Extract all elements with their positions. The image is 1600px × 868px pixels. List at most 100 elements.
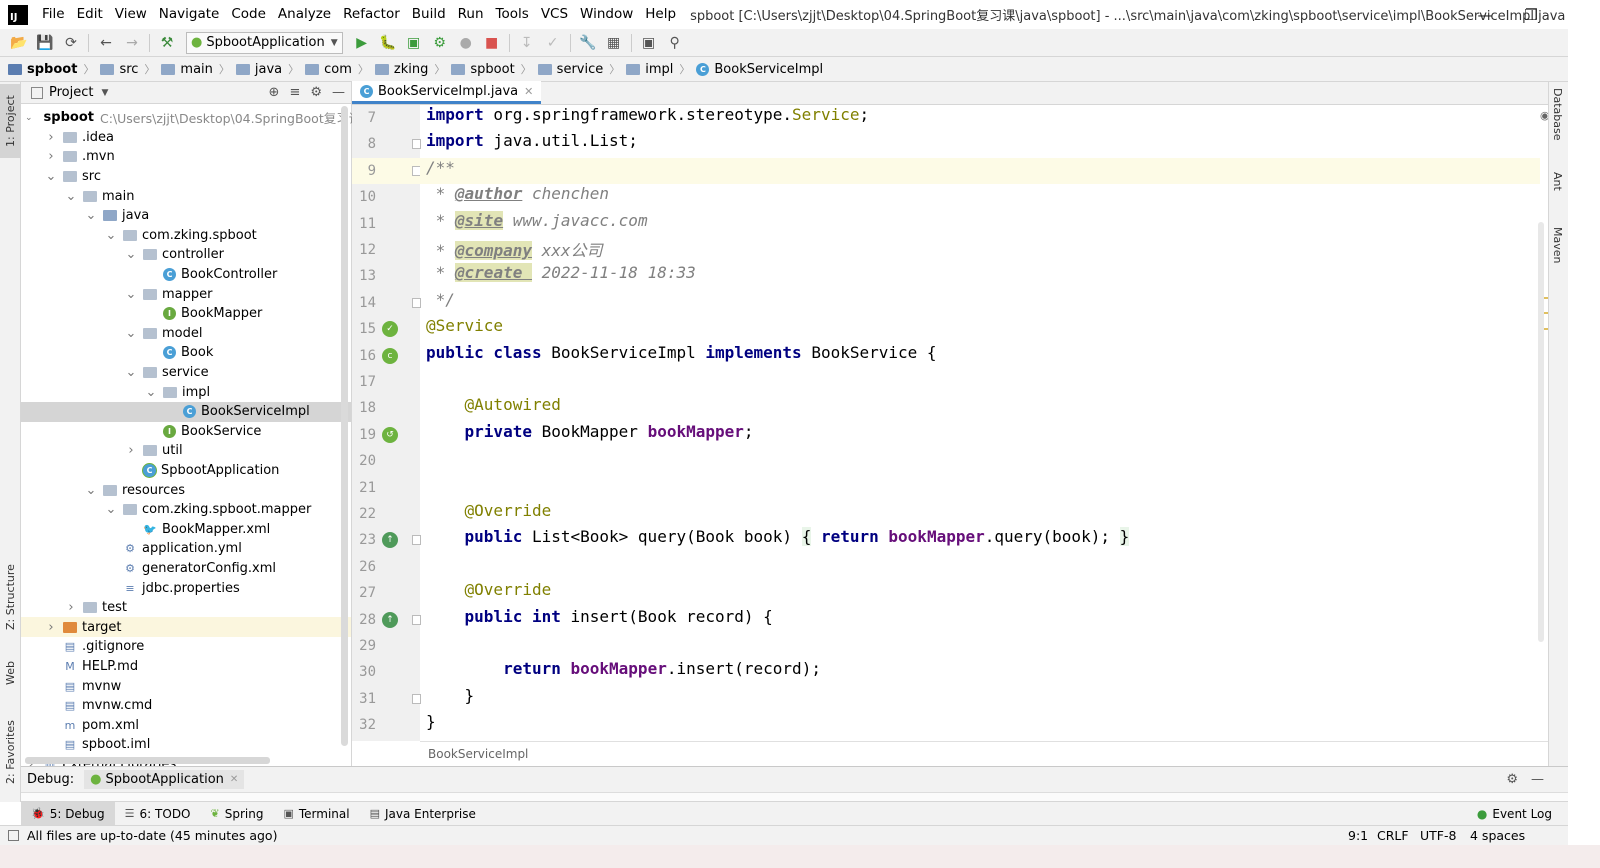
tree-item[interactable]: ⌄ impl bbox=[21, 382, 351, 402]
menu-edit[interactable]: Edit bbox=[71, 0, 109, 29]
tree-item[interactable]: ⌄ src bbox=[21, 167, 351, 187]
chevron-down-icon[interactable]: ⌄ bbox=[145, 385, 157, 400]
run-icon[interactable]: ▶ bbox=[349, 31, 375, 55]
menu-run[interactable]: Run bbox=[452, 0, 490, 29]
chevron-down-icon[interactable]: ⌄ bbox=[125, 326, 137, 341]
spring-bean-icon[interactable]: ✓ bbox=[382, 321, 398, 338]
menu-analyze[interactable]: Analyze bbox=[272, 0, 337, 29]
indent-setting[interactable]: 4 spaces bbox=[1470, 828, 1525, 843]
tool-tab[interactable]: ☰ 6: TODO bbox=[115, 802, 201, 826]
tree-item[interactable]: I BookService bbox=[21, 422, 351, 442]
tree-item[interactable]: ⌄ com.zking.spboot.mapper bbox=[21, 500, 351, 520]
tree-item[interactable]: ⌄ resources bbox=[21, 480, 351, 500]
line-separator[interactable]: CRLF bbox=[1377, 828, 1409, 843]
tree-item[interactable]: C Book bbox=[21, 343, 351, 363]
vcs-commit-icon[interactable]: ✓ bbox=[540, 31, 566, 55]
chevron-down-icon[interactable]: ⌄ bbox=[125, 365, 137, 380]
chevron-down-icon[interactable]: ⌄ bbox=[105, 502, 117, 517]
forward-icon[interactable]: → bbox=[119, 31, 145, 55]
coverage-icon[interactable]: ▣ bbox=[401, 31, 427, 55]
implements-method-icon[interactable]: ↑ bbox=[382, 611, 398, 628]
tree-item[interactable]: ▤ mvnw bbox=[21, 676, 351, 696]
breadcrumb-item[interactable]: spboot 〉 bbox=[8, 61, 98, 77]
tab-favorites[interactable]: 2: Favorites bbox=[0, 712, 21, 792]
tree-item[interactable]: ▤ spboot.iml bbox=[21, 735, 351, 755]
spring-bean-class-icon[interactable]: c bbox=[382, 347, 398, 364]
tree-item[interactable]: ▤ mvnw.cmd bbox=[21, 696, 351, 716]
tree-item[interactable]: › .mvn bbox=[21, 147, 351, 167]
menu-window[interactable]: Window bbox=[574, 0, 639, 29]
chevron-right-icon[interactable]: › bbox=[125, 443, 137, 458]
back-icon[interactable]: ← bbox=[93, 31, 119, 55]
breadcrumb-item[interactable]: service 〉 bbox=[537, 61, 625, 77]
menu-navigate[interactable]: Navigate bbox=[153, 0, 226, 29]
chevron-right-icon[interactable]: › bbox=[65, 600, 77, 615]
project-panel-title[interactable]: Project bbox=[49, 85, 93, 100]
hide-panel-icon[interactable]: — bbox=[1531, 772, 1544, 787]
tree-item[interactable]: ⌄ com.zking.spboot bbox=[21, 226, 351, 246]
breadcrumb-item[interactable]: java 〉 bbox=[235, 61, 303, 77]
search-icon[interactable]: ⚲ bbox=[662, 31, 688, 55]
menu-vcs[interactable]: VCS bbox=[535, 0, 574, 29]
debug-session-tab[interactable]: ● SpbootApplication ✕ bbox=[84, 770, 245, 789]
tab-database[interactable]: Database bbox=[1551, 88, 1564, 141]
close-icon[interactable]: ✕ bbox=[230, 774, 238, 785]
menu-build[interactable]: Build bbox=[406, 0, 452, 29]
tree-root[interactable]: ⌄ spboot C:\Users\zjjt\Desktop\04.Spring… bbox=[21, 108, 361, 128]
menu-help[interactable]: Help bbox=[639, 0, 682, 29]
tree-item[interactable]: m pom.xml bbox=[21, 715, 351, 735]
caret-position[interactable]: 9:1 bbox=[1348, 828, 1368, 843]
tree-item[interactable]: ⌄ service bbox=[21, 363, 351, 383]
tree-item[interactable]: ▤ .gitignore bbox=[21, 637, 351, 657]
tree-item[interactable]: C BookServiceImpl bbox=[21, 401, 351, 422]
tree-item[interactable]: M HELP.md bbox=[21, 657, 351, 677]
menu-refactor[interactable]: Refactor bbox=[337, 0, 406, 29]
save-icon[interactable]: 💾 bbox=[32, 31, 58, 55]
chevron-down-icon[interactable]: ⌄ bbox=[85, 208, 97, 223]
implements-method-icon[interactable]: ↑ bbox=[382, 532, 398, 549]
breadcrumb-item[interactable]: C BookServiceImpl bbox=[696, 62, 823, 77]
menu-view[interactable]: View bbox=[109, 0, 153, 29]
chevron-down-icon[interactable]: ⌄ bbox=[105, 228, 117, 243]
collapse-all-icon[interactable]: ≡ bbox=[289, 85, 300, 100]
project-horizontal-scrollbar[interactable] bbox=[25, 757, 270, 764]
chevron-down-icon[interactable]: ⌄ bbox=[125, 247, 137, 262]
minimize-icon[interactable]: — bbox=[1462, 0, 1508, 29]
status-checkbox-icon[interactable] bbox=[8, 830, 19, 841]
restore-icon[interactable]: ❐ bbox=[1508, 0, 1554, 29]
tree-item[interactable]: › target bbox=[21, 617, 351, 638]
locate-target-icon[interactable]: ⊕ bbox=[269, 85, 280, 100]
breadcrumb-item[interactable]: spboot 〉 bbox=[451, 61, 535, 77]
chevron-down-icon[interactable]: ⌄ bbox=[25, 113, 33, 123]
tool-tab[interactable]: ❦ Spring bbox=[201, 802, 274, 826]
tree-item[interactable]: ⌄ main bbox=[21, 186, 351, 206]
tree-item[interactable]: › util bbox=[21, 441, 351, 461]
editor-breadcrumb[interactable]: BookServiceImpl bbox=[420, 741, 1548, 766]
event-log-tab[interactable]: ● Event Log bbox=[1467, 802, 1562, 826]
tab-structure[interactable]: Z: Structure bbox=[0, 554, 21, 640]
terminal-window-icon[interactable]: ▣ bbox=[636, 31, 662, 55]
build-hammer-icon[interactable]: ⚒ bbox=[154, 31, 180, 55]
breadcrumb-item[interactable]: zking 〉 bbox=[374, 61, 449, 77]
tool-tab[interactable]: ▤ Java Enterprise bbox=[360, 802, 486, 826]
gear-icon[interactable]: ⚙ bbox=[1506, 772, 1518, 787]
vcs-update-icon[interactable]: ↧ bbox=[514, 31, 540, 55]
tree-item[interactable]: › test bbox=[21, 598, 351, 618]
editor-scrollbar[interactable] bbox=[1538, 222, 1544, 642]
breadcrumb-item[interactable]: com 〉 bbox=[305, 61, 373, 77]
run-configuration-select[interactable]: ● SpbootApplication ▼ bbox=[186, 31, 343, 54]
tree-item[interactable]: ⚙ generatorConfig.xml bbox=[21, 559, 351, 579]
tree-item[interactable]: › .idea bbox=[21, 128, 351, 148]
tool-tab[interactable]: ▣ Terminal bbox=[273, 802, 359, 826]
tree-item[interactable]: ⌄ java bbox=[21, 206, 351, 226]
chevron-down-icon[interactable]: ▼ bbox=[101, 88, 108, 98]
tab-project[interactable]: 1: Project bbox=[0, 84, 21, 158]
tree-item[interactable]: ⚙ application.yml bbox=[21, 539, 351, 559]
attach-icon[interactable]: ● bbox=[453, 31, 479, 55]
autowired-bean-icon[interactable]: ↺ bbox=[382, 426, 398, 443]
tree-item[interactable]: ⌄ mapper bbox=[21, 284, 351, 304]
profile-icon[interactable]: ⚙ bbox=[427, 31, 453, 55]
chevron-right-icon[interactable]: › bbox=[45, 620, 57, 635]
stop-icon[interactable]: ■ bbox=[479, 31, 505, 55]
tree-item[interactable]: 🐦 BookMapper.xml bbox=[21, 519, 351, 539]
